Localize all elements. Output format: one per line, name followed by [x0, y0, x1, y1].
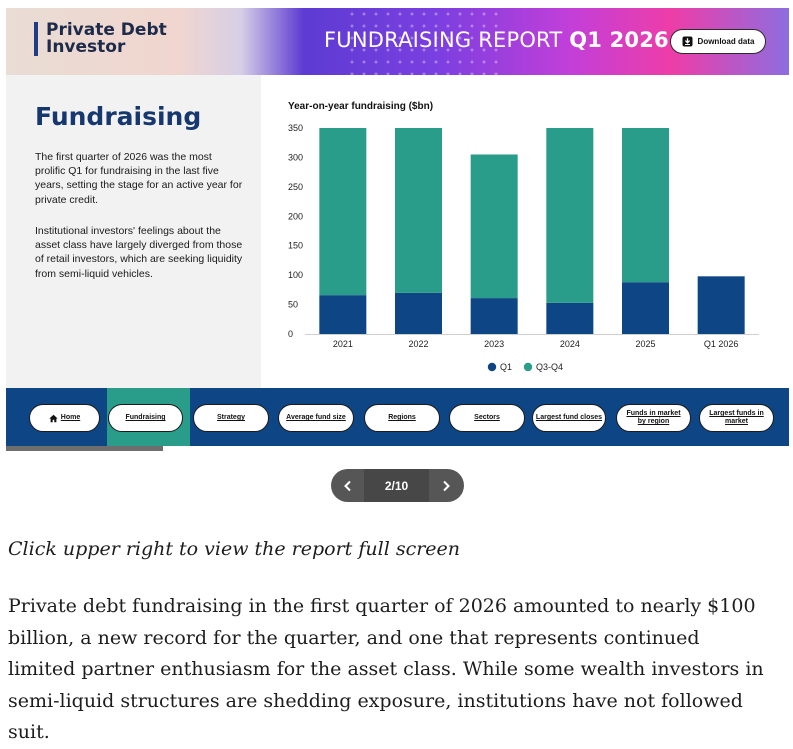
bar-q3-q4-2022 — [395, 128, 442, 293]
bar-q3-q4-2024 — [546, 128, 594, 303]
nav-regions-label: Regions — [388, 414, 416, 421]
bar-q1-q1-2026 — [697, 276, 745, 334]
legend-label: Q3-Q4 — [536, 362, 563, 372]
nav-largest-funds-in-market-label: Largest funds in market — [709, 410, 764, 425]
y-tick-label: 100 — [288, 270, 303, 280]
report-title-text: FUNDRAISING REPORT — [324, 28, 563, 52]
slide-progress-bar — [6, 446, 789, 451]
nav-fundraising[interactable]: Fundraising — [108, 404, 183, 432]
publication-logo[interactable]: Private Debt Investor — [34, 22, 167, 56]
report-nav-bar: Home Fundraising Strategy Average fund s… — [6, 388, 789, 448]
chevron-right-icon — [442, 480, 450, 491]
slide-pager: 2/10 — [331, 469, 464, 502]
x-tick-label: 2025 — [635, 339, 655, 349]
download-label: Download data — [697, 37, 755, 46]
report-embed: Private Debt Investor FUNDRAISING REPORT… — [6, 8, 789, 448]
investor-paragraph: Institutional investors' feelings about … — [35, 225, 243, 280]
bar-q1-2024 — [546, 302, 594, 334]
nav-largest-fund-closes[interactable]: Largest fund closes — [532, 404, 606, 432]
nav-average-fund-size-label: Average fund size — [286, 414, 346, 421]
nav-largest-fund-closes-label: Largest fund closes — [535, 414, 603, 421]
chart-title: Year-on-year fundraising ($bn) — [288, 101, 434, 112]
y-tick-label: 150 — [288, 241, 303, 251]
chevron-left-icon — [343, 480, 351, 491]
legend-swatch — [487, 362, 497, 372]
nav-funds-in-market-by-region[interactable]: Funds in market by region — [616, 404, 691, 432]
download-icon — [682, 36, 693, 47]
bar-q3-q4-2021 — [319, 128, 367, 296]
bar-q1-2025 — [622, 282, 669, 334]
previous-slide-button[interactable] — [331, 469, 364, 502]
bar-q1-2022 — [395, 292, 442, 334]
section-title: Fundraising — [35, 102, 202, 131]
fundraising-bar-chart: 0 50 100 150 200 250 300 350 2021 2022 2023 2024 202… — [288, 123, 759, 372]
nav-largest-funds-in-market[interactable]: Largest funds in market — [699, 404, 774, 432]
text-panel: Fundraising The first quarter of 2026 wa… — [6, 75, 261, 388]
intro-paragraph: The first quarter of 2026 was the most p… — [35, 151, 243, 206]
nav-strategy-label: Strategy — [216, 414, 245, 421]
chart-panel: Year-on-year fundraising ($bn) 0 50 100 150… — [266, 75, 789, 388]
y-tick-label: 50 — [288, 300, 298, 310]
y-tick-label: 250 — [288, 182, 303, 192]
bar-q1-2023 — [470, 298, 518, 334]
slide-counter: 2/10 — [364, 469, 429, 502]
x-tick-label: 2024 — [560, 339, 580, 349]
y-tick-label: 0 — [288, 329, 293, 339]
next-slide-button[interactable] — [429, 469, 462, 502]
nav-average-fund-size[interactable]: Average fund size — [278, 404, 354, 432]
bar-q3-q4-2023 — [470, 154, 518, 299]
nav-sectors-label: Sectors — [474, 414, 500, 421]
slide-progress-fill — [6, 446, 163, 451]
logo-line-2: Investor — [46, 37, 126, 57]
nav-home[interactable]: Home — [29, 404, 100, 432]
nav-regions[interactable]: Regions — [364, 404, 440, 432]
nav-strategy[interactable]: Strategy — [193, 404, 269, 432]
article-paragraph: Private debt fundraising in the first qu… — [8, 595, 764, 743]
legend-swatch — [523, 362, 533, 372]
x-tick-label: 2022 — [408, 339, 428, 349]
nav-sectors[interactable]: Sectors — [449, 404, 525, 432]
nav-funds-in-market-by-region-label: Funds in market by region — [626, 410, 681, 425]
download-data-button[interactable]: Download data — [670, 29, 766, 54]
x-tick-label: 2021 — [333, 339, 353, 349]
figure-caption: Click upper right to view the report ful… — [8, 538, 461, 560]
bar-q3-q4-2025 — [622, 128, 669, 283]
y-tick-label: 200 — [288, 211, 303, 221]
y-tick-label: 350 — [288, 123, 303, 133]
nav-home-label: Home — [60, 414, 81, 421]
bar-q1-2021 — [319, 295, 367, 334]
nav-fundraising-label: Fundraising — [125, 414, 166, 421]
report-banner: Private Debt Investor FUNDRAISING REPORT… — [6, 8, 789, 75]
x-tick-label: Q1 2026 — [704, 339, 739, 349]
legend-label: Q1 — [500, 362, 512, 372]
x-tick-label: 2023 — [484, 339, 504, 349]
report-title: FUNDRAISING REPORT Q1 2026 — [324, 28, 669, 52]
report-title-period: Q1 2026 — [569, 28, 669, 52]
home-icon — [49, 414, 58, 422]
y-tick-label: 300 — [288, 152, 303, 162]
